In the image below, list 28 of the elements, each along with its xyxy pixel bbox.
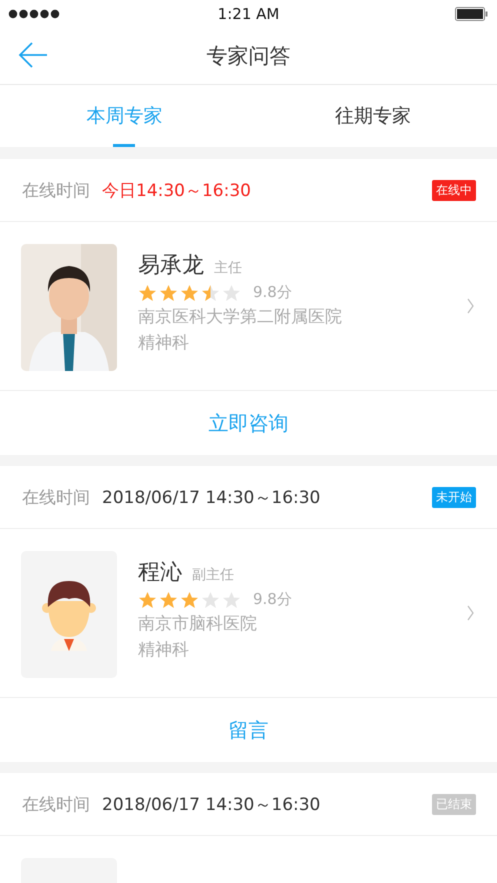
status-badge: 未开始: [432, 486, 476, 508]
time-label: 在线时间: [22, 486, 90, 508]
page-title: 专家问答: [206, 43, 290, 70]
doctor-name: 易承龙: [138, 252, 204, 280]
rating-score: 9.8分: [253, 283, 292, 302]
hospital-name: 南京医科大学第二附属医院: [138, 306, 343, 328]
doctor-title: 主任: [214, 259, 242, 277]
tab[interactable]: 往期专家: [248, 85, 497, 147]
chevron-right-icon[interactable]: [467, 298, 475, 314]
online-time: 2018/06/17 14:30～16:30: [102, 486, 322, 508]
back-button[interactable]: [16, 42, 50, 70]
battery-icon: [455, 7, 488, 21]
online-time: 今日14:30～16:30: [102, 180, 252, 202]
chevron-right-icon[interactable]: [467, 605, 475, 621]
doctor-name: 程沁: [138, 559, 182, 587]
status-time: 1:21 AM: [218, 5, 280, 23]
rating-score: 9.8分: [253, 590, 292, 609]
online-time: 2018/06/17 14:30～16:30: [102, 794, 322, 816]
tab[interactable]: 本周专家: [0, 85, 248, 147]
status-badge: 在线中: [432, 180, 476, 200]
doctor-title: 副主任: [192, 566, 234, 584]
time-label: 在线时间: [22, 180, 90, 202]
signal-icon: [8, 9, 60, 19]
department: 精神科: [138, 639, 190, 661]
hospital-name: 南京市脑科医院: [138, 613, 258, 635]
avatar-icon: [21, 551, 117, 678]
time-label: 在线时间: [22, 794, 90, 816]
department: 精神科: [138, 332, 190, 354]
